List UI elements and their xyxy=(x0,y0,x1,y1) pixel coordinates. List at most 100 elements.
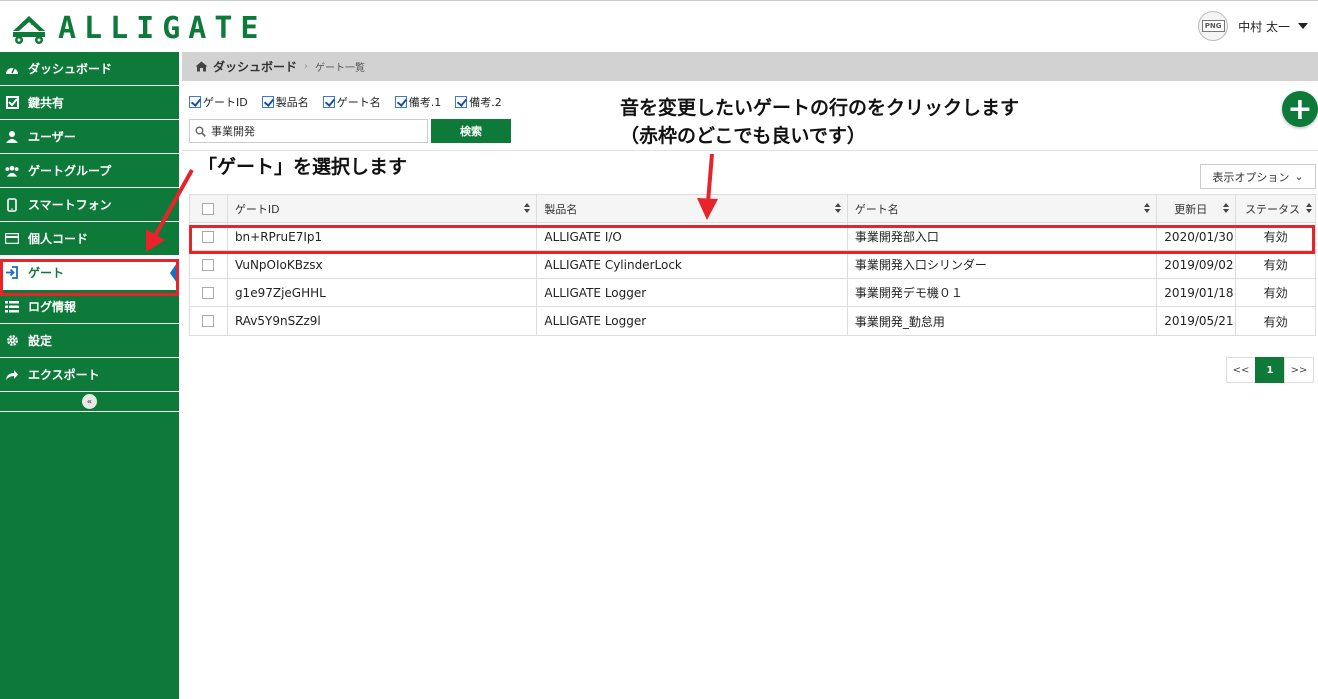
sidebar-item-settings[interactable]: 設定 xyxy=(0,324,179,358)
checkbox-checked[interactable] xyxy=(261,96,274,108)
chevron-down-icon: ⌄ xyxy=(1294,170,1304,183)
sort-icon[interactable] xyxy=(524,203,531,215)
filter-remarks-2[interactable]: 備考.2 xyxy=(455,94,502,110)
filter-product-name[interactable]: 製品名 xyxy=(261,94,309,110)
alligator-logo-icon xyxy=(13,15,45,44)
cell-updated[interactable]: 2020/01/30 xyxy=(1157,223,1237,250)
page-1-button[interactable]: 1 xyxy=(1255,357,1285,383)
sidebar-item-personal-code[interactable]: 個人コード xyxy=(0,222,179,256)
table-header-row: ゲートID 製品名 ゲート名 更新日 ステータス xyxy=(190,195,1315,223)
top-header: ALLIGATE PNG 中村 太一 xyxy=(0,0,1318,52)
cell-status[interactable]: 有効 xyxy=(1236,251,1315,278)
cell-status[interactable]: 有効 xyxy=(1236,307,1315,335)
filter-gate-id[interactable]: ゲートID xyxy=(189,94,248,110)
column-header-status[interactable]: ステータス xyxy=(1236,195,1315,222)
column-header-gate-name[interactable]: ゲート名 xyxy=(848,195,1158,222)
cell-product-name[interactable]: ALLIGATE Logger xyxy=(537,279,848,306)
column-header-updated[interactable]: 更新日 xyxy=(1157,195,1237,222)
cell-product-name[interactable]: ALLIGATE I/O xyxy=(537,223,848,250)
sidebar-item-dashboard[interactable]: ダッシュボード xyxy=(0,52,179,86)
sidebar-item-smartphone[interactable]: スマートフォン xyxy=(0,188,179,222)
share-icon xyxy=(5,368,19,382)
table-row[interactable]: RAv5Y9nSZz9l ALLIGATE Logger 事業開発_勤怠用 20… xyxy=(190,307,1315,335)
checkbox-checked[interactable] xyxy=(189,96,201,108)
sort-icon[interactable] xyxy=(1306,203,1312,215)
table-row[interactable]: bn+RPruE7Ip1 ALLIGATE I/O 事業開発部入口 2020/0… xyxy=(190,223,1315,251)
cell-gate-name[interactable]: 事業開発部入口 xyxy=(848,223,1158,250)
user-name[interactable]: 中村 太一 xyxy=(1238,18,1290,35)
sidebar-item-label: ユーザー xyxy=(28,130,76,144)
sidebar-item-log[interactable]: ログ情報 xyxy=(0,290,179,324)
checkbox-checked[interactable] xyxy=(322,96,335,108)
add-gate-button[interactable]: + xyxy=(1282,91,1318,127)
filter-remarks-1[interactable]: 備考.1 xyxy=(394,94,441,110)
breadcrumb-home-link[interactable]: ダッシュボード xyxy=(213,58,297,75)
sidebar-collapse-row: « xyxy=(0,392,179,412)
cell-gate-name[interactable]: 事業開発入口シリンダー xyxy=(848,251,1158,278)
row-checkbox[interactable] xyxy=(202,230,215,243)
caret-down-icon[interactable] xyxy=(1298,23,1308,29)
cell-gate-id[interactable]: g1e97ZjeGHHL xyxy=(228,279,538,306)
user-icon xyxy=(5,130,19,144)
sign-in-icon xyxy=(5,266,19,280)
sidebar-item-label: エクスポート xyxy=(28,368,100,382)
logo-text: ALLIGATE xyxy=(58,11,267,46)
row-select-cell xyxy=(190,307,228,335)
checkbox-checked[interactable] xyxy=(455,96,468,108)
cell-status[interactable]: 有効 xyxy=(1236,223,1315,250)
search-box[interactable] xyxy=(189,119,428,143)
header-label: 製品名 xyxy=(544,202,578,216)
header-label: ゲートID xyxy=(234,202,280,216)
row-checkbox[interactable] xyxy=(202,315,215,327)
cell-updated[interactable]: 2019/09/02 xyxy=(1157,251,1237,278)
search-button[interactable]: 検索 xyxy=(431,119,511,143)
cell-product-name[interactable]: ALLIGATE CylinderLock xyxy=(537,251,848,278)
filter-label: ゲート名 xyxy=(336,96,381,109)
next-page-button[interactable]: >> xyxy=(1284,357,1314,383)
sort-icon[interactable] xyxy=(1223,203,1230,215)
cell-gate-name[interactable]: 事業開発デモ機０１ xyxy=(848,279,1158,306)
table-row[interactable]: VuNpOIoKBzsx ALLIGATE CylinderLock 事業開発入… xyxy=(190,251,1315,279)
header-label: 更新日 xyxy=(1174,202,1208,216)
search-input[interactable] xyxy=(211,124,411,138)
column-header-product-name[interactable]: 製品名 xyxy=(537,195,848,222)
avatar[interactable]: PNG xyxy=(1198,11,1229,41)
cell-status[interactable]: 有効 xyxy=(1236,279,1315,306)
sidebar-item-label: ゲート xyxy=(28,266,65,280)
filter-label: 備考.2 xyxy=(469,96,502,109)
prev-page-button[interactable]: << xyxy=(1226,357,1256,383)
cell-gate-name[interactable]: 事業開発_勤怠用 xyxy=(848,307,1158,335)
sidebar-item-gate-groups[interactable]: ゲートグループ xyxy=(0,154,179,188)
checkbox-checked[interactable] xyxy=(394,96,407,108)
logo[interactable]: ALLIGATE xyxy=(10,11,267,46)
sidebar-item-users[interactable]: ユーザー xyxy=(0,120,179,154)
table-row[interactable]: g1e97ZjeGHHL ALLIGATE Logger 事業開発デモ機０１ 2… xyxy=(190,279,1315,307)
cell-gate-id[interactable]: VuNpOIoKBzsx xyxy=(228,251,538,278)
header-label: ゲート名 xyxy=(854,202,899,216)
sort-icon[interactable] xyxy=(1144,203,1151,215)
row-checkbox[interactable] xyxy=(202,258,215,271)
annotation-note-select-gate: 「ゲート」を選択します xyxy=(198,156,408,178)
cell-gate-id[interactable]: RAv5Y9nSZz9l xyxy=(228,307,538,335)
collapse-sidebar-button[interactable]: « xyxy=(82,394,97,409)
select-all-checkbox[interactable] xyxy=(202,202,215,215)
sort-icon[interactable] xyxy=(834,203,841,215)
cell-product-name[interactable]: ALLIGATE Logger xyxy=(537,307,848,335)
sidebar-item-label: 鍵共有 xyxy=(28,96,65,110)
breadcrumb: ダッシュボード › ゲート一覧 xyxy=(182,52,1318,81)
gate-table: ゲートID 製品名 ゲート名 更新日 ステータス bn+RPruE7Ip1 AL… xyxy=(189,194,1316,336)
user-menu[interactable]: PNG 中村 太一 xyxy=(1198,11,1308,41)
column-header-gate-id[interactable]: ゲートID xyxy=(228,195,538,222)
sidebar-item-export[interactable]: エクスポート xyxy=(0,358,179,392)
display-options-button[interactable]: 表示オプション ⌄ xyxy=(1200,164,1316,189)
avatar-label: PNG xyxy=(1201,20,1225,32)
row-checkbox[interactable] xyxy=(202,286,215,299)
cell-updated[interactable]: 2019/01/18 xyxy=(1157,279,1237,306)
users-icon xyxy=(5,164,19,178)
cell-updated[interactable]: 2019/05/21 xyxy=(1157,307,1237,335)
smartphone-icon xyxy=(5,197,19,212)
filter-gate-name[interactable]: ゲート名 xyxy=(322,94,381,110)
cell-gate-id[interactable]: bn+RPruE7Ip1 xyxy=(228,223,538,250)
sidebar-item-gate[interactable]: ゲート xyxy=(0,256,179,290)
sidebar-item-key-share[interactable]: 鍵共有 xyxy=(0,86,179,120)
